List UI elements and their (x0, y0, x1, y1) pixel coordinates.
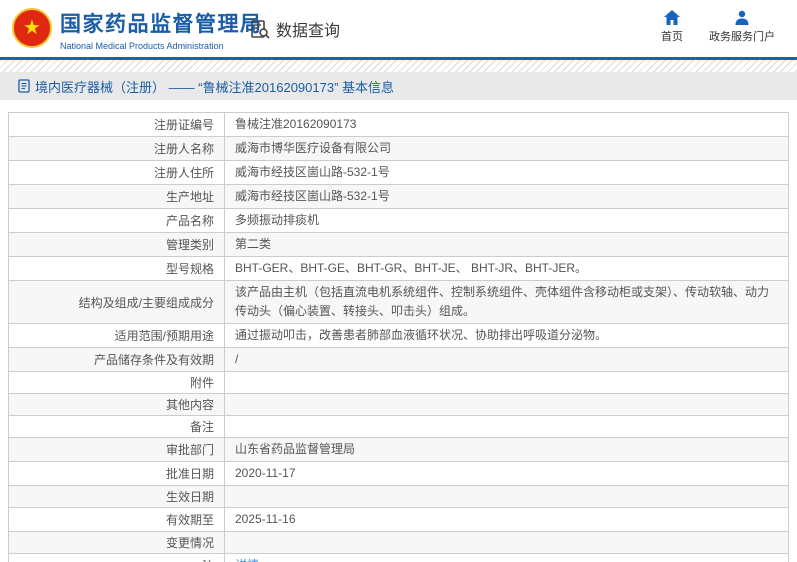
table-row: 注册证编号 鲁械注准20162090173 (9, 113, 788, 136)
row-value: 第二类 (235, 237, 272, 251)
nav-item-home[interactable]: 首页 (661, 10, 683, 44)
nav-portal-label: 政务服务门户 (709, 31, 775, 43)
table-row: 备注 (9, 415, 788, 437)
table-row: 批准日期 2020-11-17 (9, 461, 788, 485)
table-row: 产品名称 多频振动排痰机 (9, 208, 788, 232)
nav-item-portal[interactable]: 政务服务门户 (709, 10, 775, 44)
row-label: 注 (9, 554, 225, 562)
row-value: 山东省药品监督管理局 (235, 442, 356, 456)
row-label: 生产地址 (9, 185, 225, 208)
person-icon (734, 10, 750, 25)
row-value: 该产品由主机（包括直流电机系统组件、控制系统组件、壳体组件含移动柜或支架）、传动… (235, 285, 770, 318)
row-value: 威海市经技区崮山路-532-1号 (235, 189, 390, 203)
row-label: 产品名称 (9, 209, 225, 232)
row-value: 鲁械注准20162090173 (235, 117, 357, 131)
document-icon (18, 79, 30, 93)
row-label: 注册人名称 (9, 137, 225, 160)
row-value: 威海市经技区崮山路-532-1号 (235, 165, 390, 179)
row-label: 审批部门 (9, 438, 225, 461)
row-label: 结构及组成/主要组成成分 (9, 281, 225, 323)
agency-name: 国家药品监督管理局 (60, 13, 263, 36)
agency-title-block: 国家药品监督管理局 National Medical Products Admi… (60, 8, 263, 51)
breadcrumb-bar: 境内医疗器械（注册） —— “鲁械注准20162090173” 基本信息 (0, 72, 797, 100)
row-value: 威海市博华医疗设备有限公司 (235, 141, 392, 155)
header: ★ 国家药品监督管理局 National Medical Products Ad… (0, 0, 797, 57)
row-label: 有效期至 (9, 508, 225, 531)
row-value: 2020-11-17 (235, 466, 296, 480)
row-label: 其他内容 (9, 394, 225, 415)
row-label: 变更情况 (9, 532, 225, 553)
table-row: 产品储存条件及有效期 / (9, 347, 788, 371)
national-emblem-icon: ★ (12, 8, 52, 48)
row-value: BHT-GER、BHT-GE、BHT-GR、BHT-JE、 BHT-JR、BHT… (235, 261, 588, 275)
document-search-icon (250, 19, 271, 40)
row-label: 产品储存条件及有效期 (9, 348, 225, 371)
data-query-tab[interactable]: 数据查询 (250, 17, 340, 41)
row-value (225, 381, 788, 385)
info-table: 注册证编号 鲁械注准20162090173 注册人名称 威海市博华医疗设备有限公司 注册… (8, 112, 789, 562)
row-label: 备注 (9, 416, 225, 437)
row-value: 多频振动排痰机 (235, 213, 320, 227)
row-value: / (235, 352, 239, 366)
table-row: 其他内容 (9, 393, 788, 415)
row-value (225, 403, 788, 407)
row-label: 注册证编号 (9, 113, 225, 136)
table-row: 注册人名称 威海市博华医疗设备有限公司 (9, 136, 788, 160)
table-row: 注详情 (9, 553, 788, 562)
table-row: 结构及组成/主要组成成分 该产品由主机（包括直流电机系统组件、控制系统组件、壳体组… (9, 280, 788, 323)
table-row: 适用范围/预期用途 通过振动叩击，改善患者肺部血液循环状况、协助排出呼吸道分泌物。 (9, 323, 788, 347)
row-value: 2025-11-16 (235, 512, 296, 526)
home-icon (664, 10, 680, 25)
header-nav: 首页 政务服务门户 (661, 10, 775, 44)
row-label: 批准日期 (9, 462, 225, 485)
agency-name-en: National Medical Products Administration (60, 41, 224, 51)
row-label: 管理类别 (9, 233, 225, 256)
row-label: 生效日期 (9, 486, 225, 507)
row-label: 适用范围/预期用途 (9, 324, 225, 347)
data-query-label: 数据查询 (276, 23, 341, 40)
row-value (225, 541, 788, 545)
hatch-band (0, 60, 797, 72)
table-row: 生效日期 (9, 485, 788, 507)
table-row: 变更情况 (9, 531, 788, 553)
table-row: 有效期至 2025-11-16 (9, 507, 788, 531)
row-value: 通过振动叩击，改善患者肺部血液循环状况、协助排出呼吸道分泌物。 (235, 328, 608, 342)
table-row: 审批部门 山东省药品监督管理局 (9, 437, 788, 461)
table-row: 管理类别 第二类 (9, 232, 788, 256)
table-row: 型号规格 BHT-GER、BHT-GE、BHT-GR、BHT-JE、 BHT-JR… (9, 256, 788, 280)
row-label: 注册人住所 (9, 161, 225, 184)
breadcrumb: 境内医疗器械（注册） —— “鲁械注准20162090173” 基本信息 (35, 79, 395, 95)
table-row: 附件 (9, 371, 788, 393)
row-value: 详情 (225, 554, 788, 562)
row-value (225, 425, 788, 429)
row-label: 型号规格 (9, 257, 225, 280)
table-row: 注册人住所 威海市经技区崮山路-532-1号 (9, 160, 788, 184)
table-row: 生产地址 威海市经技区崮山路-532-1号 (9, 184, 788, 208)
row-label: 附件 (9, 372, 225, 393)
detail-link[interactable]: 详情 (235, 558, 259, 562)
row-value (225, 495, 788, 499)
nav-home-label: 首页 (661, 31, 683, 43)
